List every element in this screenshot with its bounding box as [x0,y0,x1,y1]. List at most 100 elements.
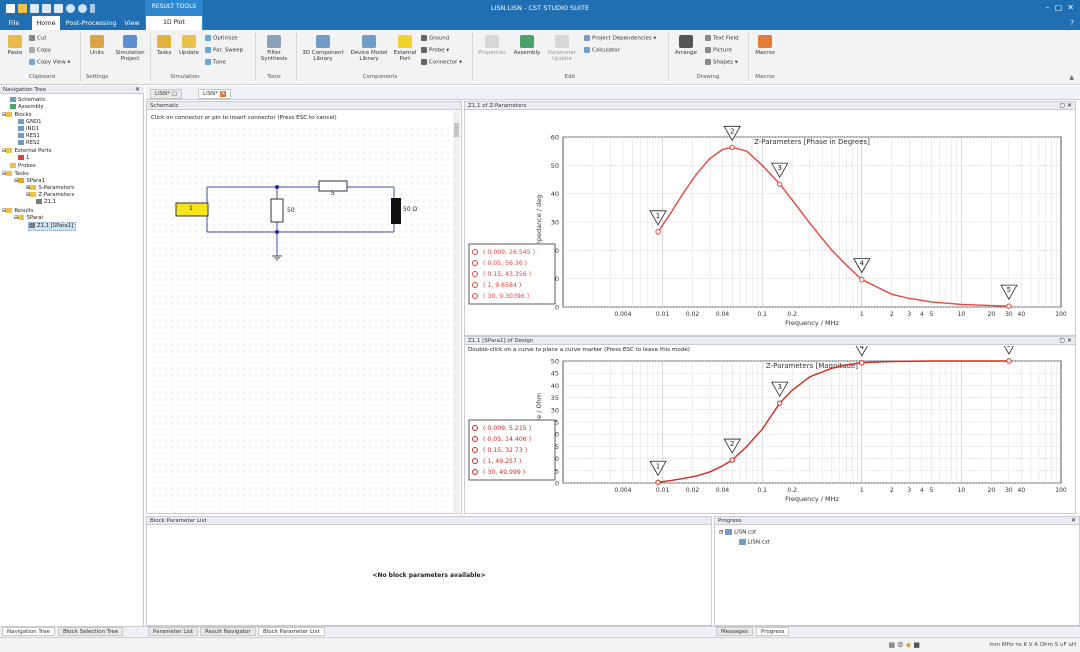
probe-button[interactable]: Probe ▾ [421,47,449,55]
tree-item-gnd1[interactable]: GND1 [18,119,42,126]
collapse-ribbon-icon[interactable]: ▲ [1069,74,1074,81]
tab-progress[interactable]: Progress [756,627,790,636]
tree-item-z11-spara1-selected[interactable]: Z1,1 [SPara1] [28,222,77,231]
copy-view-button[interactable]: Copy View ▾ [29,59,70,67]
tab-file[interactable]: File [4,16,24,30]
arrange-button[interactable]: Arrange [672,35,700,56]
schematic-scrollbar[interactable] [453,111,460,513]
x-tick-label: 0.004 [614,487,631,494]
group-components: Components [362,74,398,80]
curve-icon [36,199,42,204]
tree-item-schematic[interactable]: Schematic [10,97,46,104]
filter-synthesis-button[interactable]: Filter Synthesis [258,35,290,62]
tree-item-result-spara[interactable]: ⊟ SParai [14,215,43,222]
update-button[interactable]: Update [178,35,200,56]
doc-tab-close-icon[interactable]: ✕ [219,91,227,97]
external-port-button[interactable]: External Port [392,35,418,62]
tree-item-spara1[interactable]: ⊟ SPara1 [14,178,45,185]
tune-button[interactable]: Tune [205,59,226,67]
task-icon [18,178,25,183]
copy-button[interactable]: Copy [29,47,51,55]
optimize-button[interactable]: Optimize [205,35,238,43]
tree-item-z-parameters[interactable]: ⊟ Z-Parameters [26,192,74,199]
cut-button[interactable]: Cut [29,35,46,43]
help-icon[interactable]: ? [1070,19,1074,27]
shapes-button[interactable]: Shapes ▾ [705,59,738,67]
settings-icon[interactable]: ⚙ [897,641,903,649]
tab-navigation-tree[interactable]: Navigation Tree [2,627,55,636]
assembly-button[interactable]: Assembly [512,35,542,56]
parameter-update-button[interactable]: Parameter Update [545,35,579,62]
load-block[interactable] [391,198,401,224]
connector-button[interactable]: Connector ▾ [421,59,462,67]
tree-item-res1[interactable]: RES1 [18,133,40,140]
group-tools: Tools [267,74,281,80]
window-controls: – ▢ ✕ [1046,3,1074,12]
macros-button[interactable]: Macros [752,35,778,56]
grid-icon[interactable]: ▦ [888,641,895,649]
progress-child-item[interactable]: LISN.cst [739,539,770,546]
scrollbar-thumb[interactable] [454,123,459,137]
tab-parameter-list[interactable]: Parameter List [148,627,198,636]
progress-close-icon[interactable]: ✕ [1071,517,1076,524]
curve-marker-id: 1 [656,212,660,220]
3d-component-library-button[interactable]: 3D Component Library [300,35,346,62]
progress-panel: Progress ✕ ⊟ LISN.cst LISN.cst [714,516,1080,626]
block-icon [18,119,24,124]
tab-post-processing[interactable]: Post-Processing [63,16,119,30]
tune-label: Tune [213,59,226,66]
paste-icon [8,35,22,48]
properties-button[interactable]: Properties [476,35,508,56]
tree-item-blocks[interactable]: ⊟ Blocks [2,112,32,119]
plot-bottom-chart[interactable]: 051015202530354045500.0040.010.020.040.1… [465,346,1075,513]
project-dependencies-button[interactable]: Project Dependencies ▾ [584,35,656,43]
plot-top-window-icons[interactable]: ▢ ✕ [1059,102,1072,109]
tab-home[interactable]: Home [32,16,60,30]
tab-block-parameter-list[interactable]: Block Parameter List [258,627,325,636]
tree-item-s-parameters[interactable]: ⊞ S-Parameters [26,185,74,192]
tab-result-navigator[interactable]: Result Navigator [200,627,256,636]
calculator-button[interactable]: Calculator [584,47,620,55]
par-sweep-button[interactable]: Par. Sweep [205,47,243,55]
panel-close-icon[interactable]: ✕ [135,86,140,93]
plot-bottom-window-icons[interactable]: ▢ ✕ [1059,337,1072,344]
tab-1d-plot[interactable]: 1D Plot [146,16,202,30]
tab-messages[interactable]: Messages [716,627,753,636]
schematic-canvas[interactable]: 50 5 1 50 Ω [151,126,451,511]
tree-item-z11[interactable]: Z1,1 [36,199,56,206]
tree-item-res2[interactable]: RES2 [18,140,40,147]
tree-item-label: Z1,1 [SPara1] [37,223,74,229]
x-tick-label: 20 [988,487,996,494]
progress-root-item[interactable]: ⊟ LISN.cst [719,529,756,536]
maximize-icon[interactable]: ▢ [1055,3,1063,12]
tab-block-selection-tree[interactable]: Block Selection Tree [58,627,124,636]
tasks-button[interactable]: Tasks [153,35,175,56]
picture-button[interactable]: Picture [705,47,732,55]
close-icon[interactable]: ✕ [1067,3,1074,12]
info-icon[interactable]: ■ [913,641,920,649]
tree-item-results[interactable]: ⊟ Results [2,208,34,215]
tree-item-ind1[interactable]: IND1 [18,126,39,133]
resistor-50[interactable] [270,198,284,223]
shapes-label: Shapes [713,59,734,66]
y-tick-label: 50 [551,358,559,366]
units-button[interactable]: Units [86,35,108,56]
minimize-icon[interactable]: – [1046,3,1050,12]
tree-item-port-1[interactable]: 1 [18,155,29,162]
doc-tab-2[interactable]: LISN* ✕ [198,89,232,99]
doc-tab-1[interactable]: LISN* ▢ [150,89,182,99]
plot-top-chart[interactable]: 0 10 20 30 40 50 60 0.004 0.01 0.02 0.04 0.1 0.2 1 2 3 4… [465,111,1075,335]
device-model-library-button[interactable]: Device Model Library [348,35,390,62]
paste-button[interactable]: Paste [4,35,26,56]
text-field-button[interactable]: Text Field [705,35,739,43]
tab-view[interactable]: View [121,16,143,30]
warning-icon[interactable]: ◆ [906,641,911,649]
tree-item-tasks[interactable]: ⊟ Tasks [2,171,29,178]
ground-button[interactable]: Ground [421,35,449,43]
tree-item-probes[interactable]: Probes [10,163,36,170]
text-field-label: Text Field [713,35,739,42]
tree-item-external-ports[interactable]: ⊟ External Ports [2,148,51,155]
tree-item-assembly[interactable]: Assembly [10,104,44,111]
simulation-project-button[interactable]: Simulation Project [112,35,148,62]
curve-marker-id: 2 [730,440,734,448]
